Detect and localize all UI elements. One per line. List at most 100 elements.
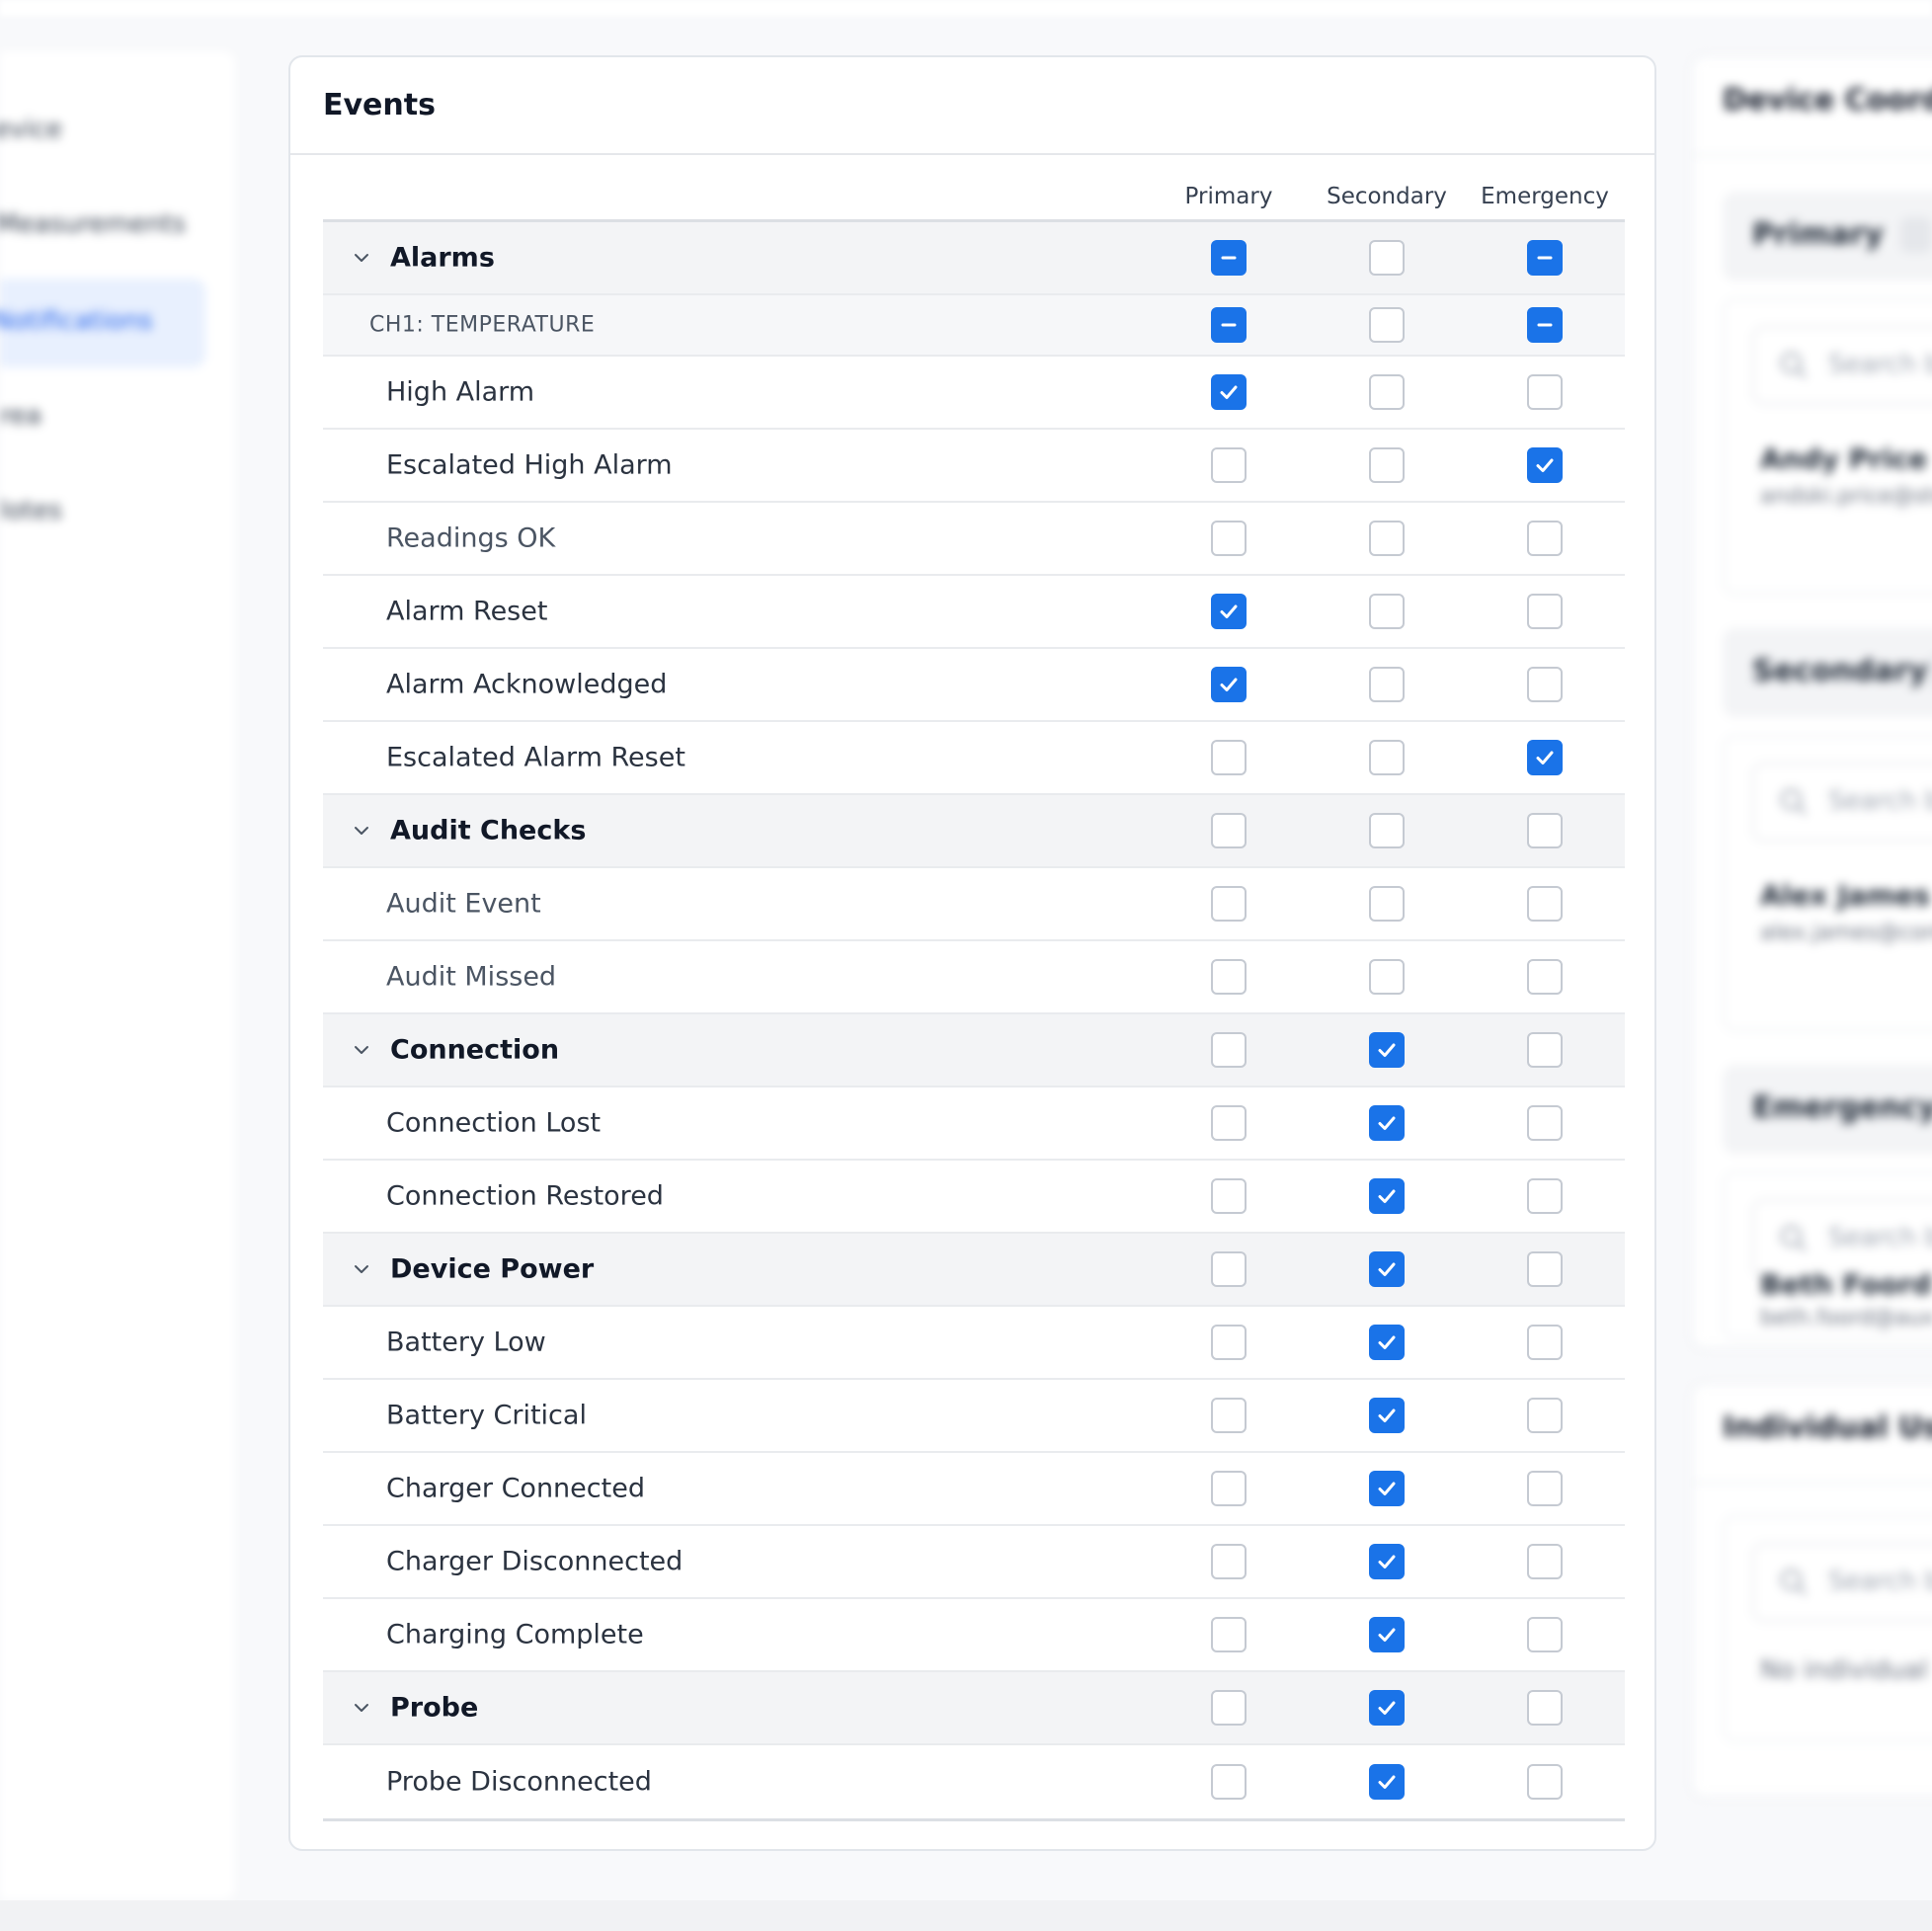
secondary-checkbox[interactable] xyxy=(1369,886,1405,922)
chevron-down-icon[interactable] xyxy=(351,1258,372,1280)
search-input-individual[interactable]: Search b xyxy=(1752,1543,1932,1622)
emergency-checkbox[interactable] xyxy=(1527,1471,1563,1506)
emergency-checkbox[interactable] xyxy=(1527,1764,1563,1800)
primary-checkbox[interactable] xyxy=(1211,521,1247,556)
sidebar-nav: evice Measurements Notifications rea lot… xyxy=(0,51,235,1900)
coordinator-group-emergency[interactable]: Emergency xyxy=(1723,1065,1932,1154)
primary-checkbox[interactable] xyxy=(1211,1251,1247,1287)
emergency-checkbox[interactable] xyxy=(1527,521,1563,556)
emergency-checkbox[interactable] xyxy=(1527,1617,1563,1652)
primary-checkbox[interactable] xyxy=(1211,813,1247,848)
emergency-checkbox[interactable] xyxy=(1527,813,1563,848)
primary-checkbox[interactable] xyxy=(1211,307,1247,343)
emergency-checkbox[interactable] xyxy=(1527,667,1563,702)
secondary-checkbox[interactable] xyxy=(1369,1251,1405,1287)
row-label: Charging Complete xyxy=(386,1619,644,1650)
primary-checkbox[interactable] xyxy=(1211,1398,1247,1433)
primary-checkbox[interactable] xyxy=(1211,1178,1247,1214)
emergency-checkbox[interactable] xyxy=(1527,740,1563,775)
primary-checkbox[interactable] xyxy=(1211,594,1247,629)
secondary-checkbox[interactable] xyxy=(1369,521,1405,556)
emergency-checkbox[interactable] xyxy=(1527,594,1563,629)
search-input-emergency[interactable]: Search b xyxy=(1752,1199,1932,1278)
secondary-checkbox[interactable] xyxy=(1369,1690,1405,1726)
events-card: Events Primary Secondary Emergency Alarm… xyxy=(288,55,1656,1851)
primary-checkbox[interactable] xyxy=(1211,447,1247,483)
secondary-checkbox[interactable] xyxy=(1369,1544,1405,1579)
emergency-checkbox[interactable] xyxy=(1527,959,1563,995)
secondary-checkbox[interactable] xyxy=(1369,1471,1405,1506)
primary-checkbox[interactable] xyxy=(1211,240,1247,276)
secondary-checkbox[interactable] xyxy=(1369,594,1405,629)
search-input-primary[interactable]: Search b xyxy=(1752,326,1932,405)
primary-checkbox[interactable] xyxy=(1211,1325,1247,1360)
group-row-probe[interactable]: Probe xyxy=(323,1672,1625,1745)
primary-checkbox[interactable] xyxy=(1211,667,1247,702)
emergency-checkbox[interactable] xyxy=(1527,447,1563,483)
search-input-secondary[interactable]: Search b xyxy=(1752,763,1932,842)
row-label: Connection Lost xyxy=(386,1107,602,1139)
secondary-checkbox[interactable] xyxy=(1369,307,1405,343)
primary-checkbox[interactable] xyxy=(1211,959,1247,995)
chevron-down-icon[interactable] xyxy=(351,247,372,269)
group-row-device-power[interactable]: Device Power xyxy=(323,1234,1625,1307)
check-icon xyxy=(1378,1628,1396,1642)
primary-checkbox[interactable] xyxy=(1211,1617,1247,1652)
emergency-checkbox[interactable] xyxy=(1527,1325,1563,1360)
coordinator-group-secondary[interactable]: Secondary xyxy=(1723,628,1932,717)
sidebar-item-measurements[interactable]: Measurements xyxy=(0,209,186,239)
emergency-checkbox[interactable] xyxy=(1527,307,1563,343)
secondary-checkbox[interactable] xyxy=(1369,1178,1405,1214)
secondary-checkbox[interactable] xyxy=(1369,240,1405,276)
primary-checkbox[interactable] xyxy=(1211,374,1247,410)
sidebar-item-device[interactable]: evice xyxy=(0,115,62,144)
chevron-down-icon[interactable] xyxy=(351,1697,372,1719)
emergency-checkbox[interactable] xyxy=(1527,886,1563,922)
row-label: Audit Checks xyxy=(390,815,587,846)
primary-checkbox[interactable] xyxy=(1211,1105,1247,1141)
minus-icon xyxy=(1537,323,1553,327)
secondary-checkbox[interactable] xyxy=(1369,1764,1405,1800)
emergency-checkbox[interactable] xyxy=(1527,1178,1563,1214)
emergency-checkbox[interactable] xyxy=(1527,240,1563,276)
emergency-checkbox[interactable] xyxy=(1527,1544,1563,1579)
emergency-checkbox[interactable] xyxy=(1527,1398,1563,1433)
chevron-down-icon[interactable] xyxy=(351,820,372,842)
primary-checkbox[interactable] xyxy=(1211,1032,1247,1068)
coordinator-group-primary[interactable]: Primary xyxy=(1723,192,1932,281)
primary-checkbox[interactable] xyxy=(1211,740,1247,775)
secondary-checkbox[interactable] xyxy=(1369,740,1405,775)
group-row-alarms[interactable]: Alarms xyxy=(323,222,1625,295)
primary-checkbox[interactable] xyxy=(1211,1471,1247,1506)
primary-checkbox[interactable] xyxy=(1211,886,1247,922)
secondary-checkbox[interactable] xyxy=(1369,447,1405,483)
emergency-checkbox[interactable] xyxy=(1527,1105,1563,1141)
primary-checkbox[interactable] xyxy=(1211,1764,1247,1800)
emergency-checkbox[interactable] xyxy=(1527,1690,1563,1726)
secondary-checkbox[interactable] xyxy=(1369,667,1405,702)
secondary-checkbox[interactable] xyxy=(1369,1617,1405,1652)
emergency-checkbox[interactable] xyxy=(1527,1032,1563,1068)
sidebar-item-notifications[interactable]: Notifications xyxy=(0,306,153,336)
secondary-checkbox[interactable] xyxy=(1369,1032,1405,1068)
secondary-checkbox[interactable] xyxy=(1369,959,1405,995)
minus-icon xyxy=(1221,256,1237,260)
primary-checkbox[interactable] xyxy=(1211,1544,1247,1579)
sidebar-item-notes[interactable]: lotes xyxy=(0,496,62,525)
secondary-checkbox[interactable] xyxy=(1369,1398,1405,1433)
primary-checkbox[interactable] xyxy=(1211,1690,1247,1726)
group-row-audit-checks[interactable]: Audit Checks xyxy=(323,795,1625,868)
secondary-checkbox[interactable] xyxy=(1369,374,1405,410)
event-row-connection-lost: Connection Lost xyxy=(323,1087,1625,1161)
secondary-checkbox[interactable] xyxy=(1369,1105,1405,1141)
sidebar-item-area[interactable]: rea xyxy=(0,401,41,431)
secondary-checkbox[interactable] xyxy=(1369,1325,1405,1360)
coordinators-divider xyxy=(1693,154,1932,156)
secondary-checkbox[interactable] xyxy=(1369,813,1405,848)
emergency-checkbox[interactable] xyxy=(1527,1251,1563,1287)
chevron-down-icon[interactable] xyxy=(351,1039,372,1061)
event-row-battery-critical: Battery Critical xyxy=(323,1380,1625,1453)
emergency-checkbox[interactable] xyxy=(1527,374,1563,410)
row-label: Connection xyxy=(390,1034,560,1066)
group-row-connection[interactable]: Connection xyxy=(323,1014,1625,1087)
